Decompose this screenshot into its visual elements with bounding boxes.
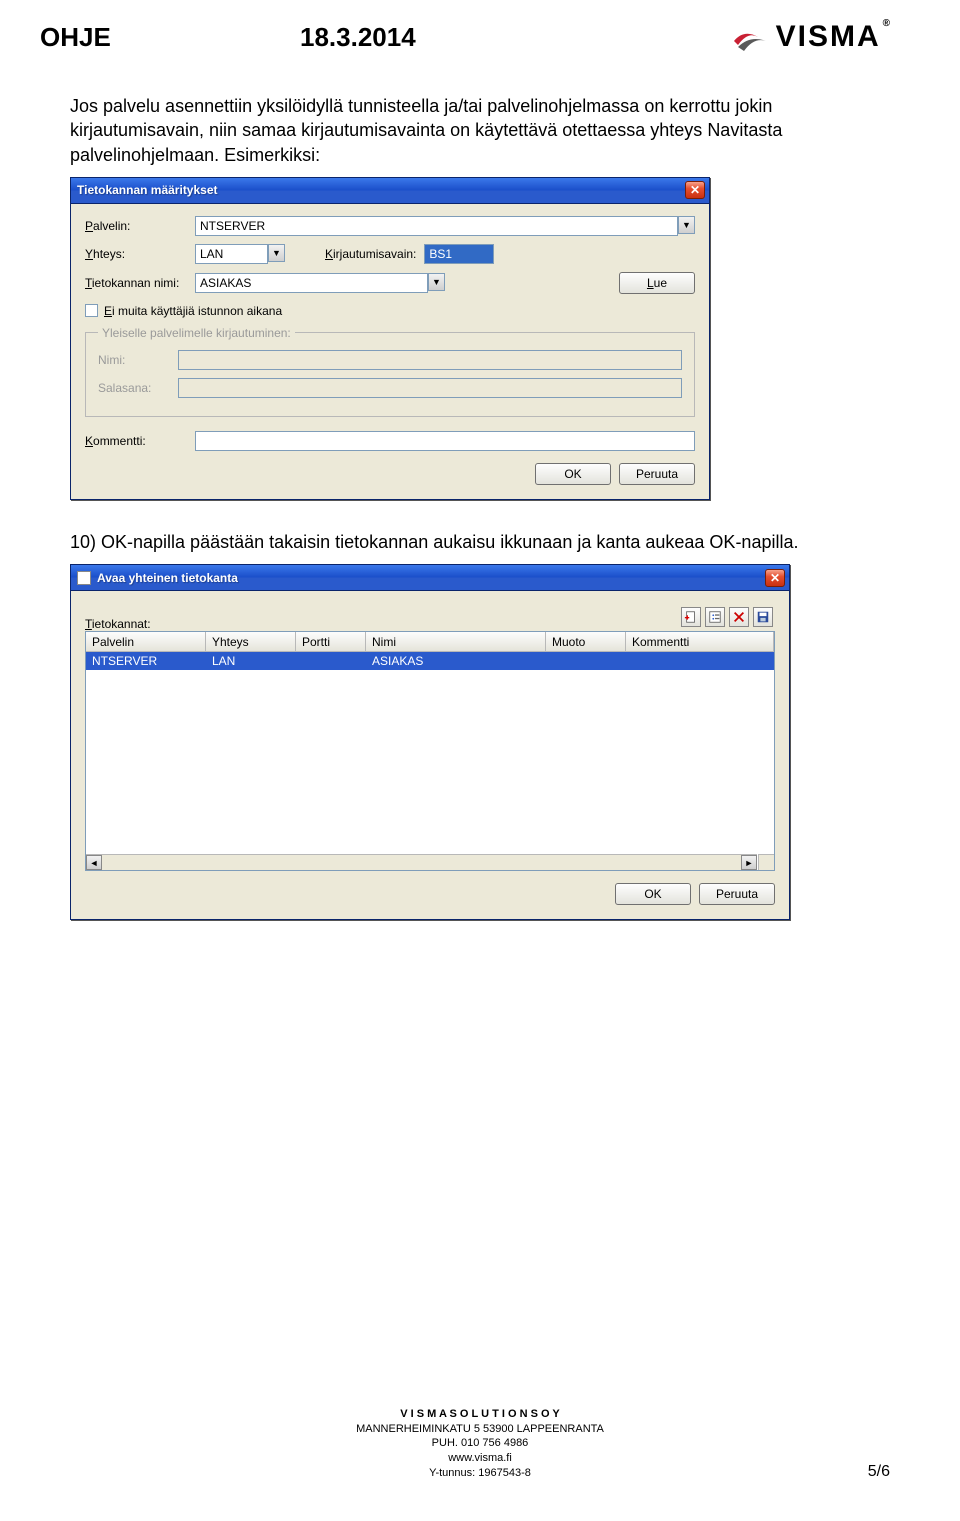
label-ei-muita: Ei muita käyttäjiä istunnon aikana [104,304,282,318]
col-kommentti[interactable]: Kommentti [626,632,774,651]
new-icon[interactable] [681,607,701,627]
ok-button[interactable]: OK [535,463,611,485]
cell-palvelin: NTSERVER [86,654,206,668]
cell-yhteys: LAN [206,654,296,668]
scroll-corner [758,854,774,870]
open-db-title: Avaa yhteinen tietokanta [97,571,765,585]
open-db-titlebar[interactable]: Avaa yhteinen tietokanta ✕ [71,565,789,591]
db-settings-title: Tietokannan määritykset [77,183,685,197]
peruuta-button[interactable]: Peruuta [619,463,695,485]
input-yhteys[interactable]: LAN [195,244,268,264]
chevron-down-icon[interactable]: ▼ [268,244,285,262]
lue-button[interactable]: Lue [619,272,695,294]
label-nimi: Nimi: [98,353,178,367]
close-icon[interactable]: ✕ [765,569,785,587]
ok-button[interactable]: OK [615,883,691,905]
input-salasana [178,378,682,398]
footer-web: www.visma.fi [0,1451,960,1466]
scroll-left-icon[interactable]: ◄ [86,855,102,870]
registered-icon: ® [883,18,892,29]
label-kirjautumisavain: Kirjautumisavain: [325,247,416,261]
footer: V I S M A S O L U T I O N S O Y MANNERHE… [0,1407,960,1481]
chevron-down-icon[interactable]: ▼ [678,216,695,234]
peruuta-button[interactable]: Peruuta [699,883,775,905]
input-kommentti[interactable] [195,431,695,451]
label-salasana: Salasana: [98,381,178,395]
doc-type: OHJE [40,22,300,53]
window-icon [77,571,91,585]
group-palvelimelle-kirjautuminen: Yleiselle palvelimelle kirjautuminen: Ni… [85,326,695,417]
grid-header: Palvelin Yhteys Portti Nimi Muoto Kommen… [86,632,774,652]
db-grid[interactable]: Palvelin Yhteys Portti Nimi Muoto Kommen… [85,631,775,871]
visma-swoosh-icon [732,25,768,49]
chevron-down-icon[interactable]: ▼ [428,273,445,291]
scroll-right-icon[interactable]: ► [741,855,757,870]
visma-logo: VISMA ® [732,20,890,54]
table-row[interactable]: NTSERVER LAN ASIAKAS [86,652,774,670]
step10-paragraph: 10) OK-napilla päästään takaisin tietoka… [70,530,890,554]
col-muoto[interactable]: Muoto [546,632,626,651]
footer-ytunnus: Y-tunnus: 1967543-8 [0,1466,960,1481]
input-palvelin[interactable]: NTSERVER [195,216,678,236]
intro-paragraph: Jos palvelu asennettiin yksilöidyllä tun… [70,94,890,167]
label-palvelin: Palvelin: [85,219,195,233]
label-kommentti: Kommentti: [85,434,195,448]
delete-icon[interactable] [729,607,749,627]
open-db-dialog: Avaa yhteinen tietokanta ✕ Tietokannat: [70,564,790,920]
page-number: 5/6 [868,1463,890,1481]
visma-wordmark: VISMA [776,20,881,54]
label-tietokannat: Tietokannat: [85,617,151,631]
footer-phone: PUH. 010 756 4986 [0,1436,960,1451]
col-nimi[interactable]: Nimi [366,632,546,651]
col-yhteys[interactable]: Yhteys [206,632,296,651]
properties-icon[interactable] [705,607,725,627]
col-portti[interactable]: Portti [296,632,366,651]
db-settings-titlebar[interactable]: Tietokannan määritykset ✕ [71,178,709,204]
horizontal-scrollbar[interactable]: ◄ ► [86,854,757,870]
cell-nimi: ASIAKAS [366,654,546,668]
col-palvelin[interactable]: Palvelin [86,632,206,651]
group-legend: Yleiselle palvelimelle kirjautuminen: [98,326,295,340]
input-nimi [178,350,682,370]
footer-company: V I S M A S O L U T I O N S O Y [0,1407,960,1422]
db-settings-dialog: Tietokannan määritykset ✕ Palvelin: NTSE… [70,177,710,500]
label-tietokannan-nimi: Tietokannan nimi: [85,276,195,290]
close-icon[interactable]: ✕ [685,181,705,199]
input-tietokannan-nimi[interactable]: ASIAKAS [195,273,428,293]
input-kirjautumisavain[interactable]: BS1 [424,244,494,264]
label-yhteys: Yhteys: [85,247,195,261]
checkbox-ei-muita[interactable] [85,304,98,317]
doc-date: 18.3.2014 [300,22,520,53]
footer-address: MANNERHEIMINKATU 5 53900 LAPPEENRANTA [0,1422,960,1437]
save-icon[interactable] [753,607,773,627]
